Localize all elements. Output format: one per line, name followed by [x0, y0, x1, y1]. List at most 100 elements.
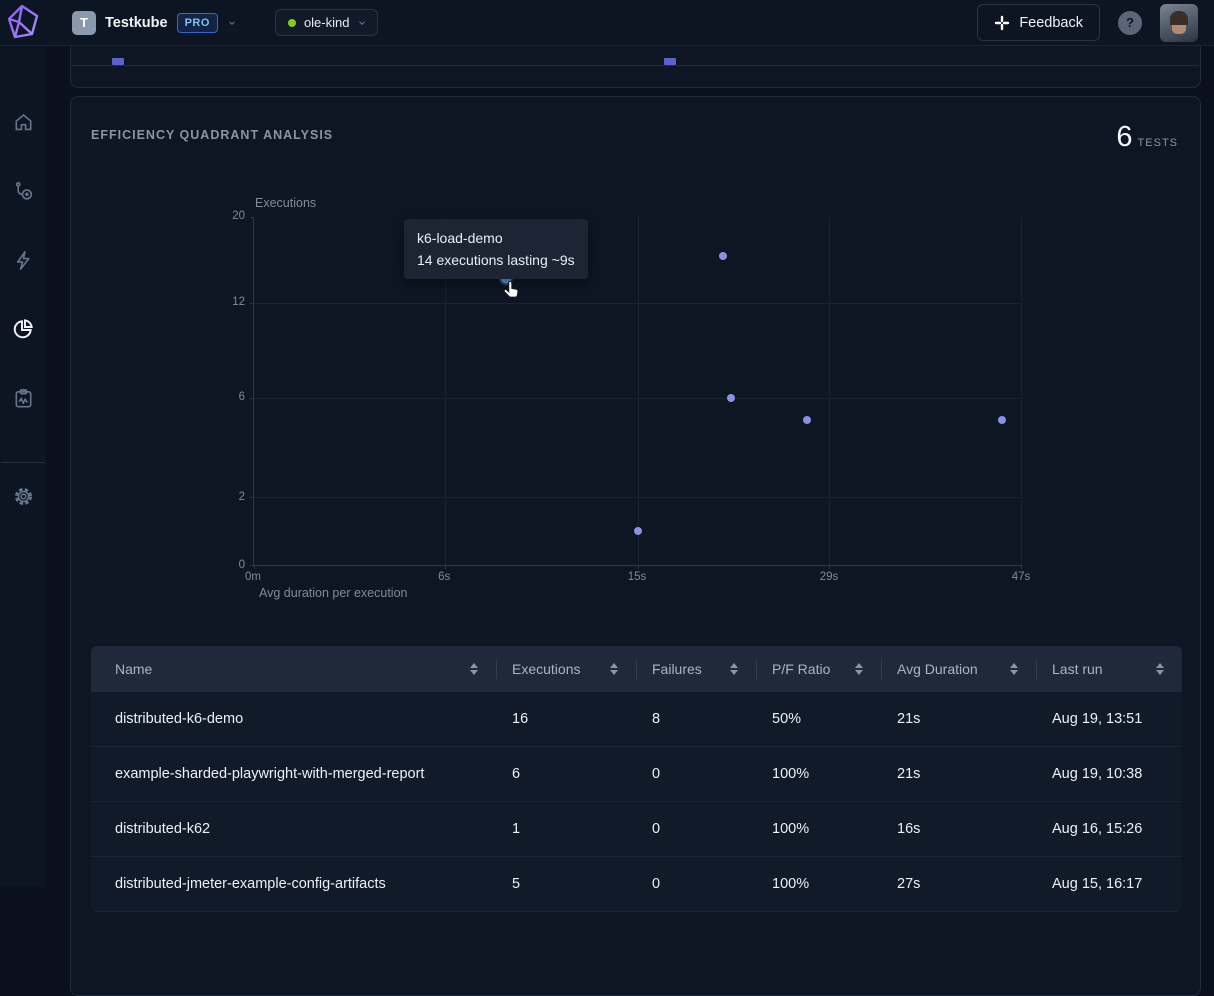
table-row[interactable]: distributed-jmeter-example-config-artifa… — [91, 857, 1182, 912]
scatter-point[interactable] — [634, 527, 642, 535]
table-cell: 16s — [881, 802, 1036, 856]
test-workflows-icon — [12, 180, 35, 203]
y-tick-label: 12 — [203, 296, 245, 308]
gridline — [1021, 217, 1022, 565]
y-axis-title: Executions — [255, 196, 316, 210]
column-label: Avg Duration — [897, 661, 978, 677]
cursor-pointer-icon — [500, 280, 522, 307]
table-cell: Aug 19, 10:38 — [1036, 747, 1182, 801]
table-cell: distributed-k62 — [91, 802, 496, 856]
table-cell: 16 — [496, 692, 636, 746]
table-header: Name ExecutionsFailures P/F Ratio Avg Durat… — [91, 646, 1182, 692]
y-tick-mark — [250, 497, 254, 498]
sort-icon — [610, 663, 618, 675]
scatter-point[interactable] — [727, 394, 735, 402]
plot-area — [253, 217, 1021, 566]
sidebar-divider — [1, 462, 45, 463]
slack-icon — [994, 15, 1010, 31]
workspace-switcher[interactable]: T Testkube PRO — [72, 11, 237, 35]
column-label: Name — [115, 661, 152, 677]
column-label: Last run — [1052, 661, 1103, 677]
workspace-name: Testkube — [105, 15, 168, 31]
feedback-label: Feedback — [1019, 15, 1083, 31]
x-tick-label: 29s — [820, 571, 839, 583]
table-header-cell[interactable]: Name — [91, 646, 496, 692]
x-tick-label: 47s — [1012, 571, 1031, 583]
x-tick-mark — [829, 565, 830, 569]
sidebar-item-insights[interactable] — [1, 307, 45, 351]
sort-icon — [470, 663, 478, 675]
gridline — [638, 217, 639, 565]
feedback-button[interactable]: Feedback — [977, 4, 1100, 41]
x-tick-label: 0m — [245, 571, 261, 583]
table-cell: 100% — [756, 747, 881, 801]
tooltip-title: k6-load-demo — [417, 227, 575, 249]
x-tick-mark — [445, 565, 446, 569]
environment-name: ole-kind — [304, 15, 350, 30]
tooltip-detail: 14 executions lasting ~9s — [417, 249, 575, 271]
table-cell: Aug 16, 15:26 — [1036, 802, 1182, 856]
sidebar-item-settings[interactable] — [1, 474, 45, 518]
topbar-right: Feedback ? — [977, 4, 1214, 42]
scatter-point[interactable] — [803, 416, 811, 424]
sort-icon — [855, 663, 863, 675]
x-tick-label: 15s — [628, 571, 647, 583]
sidebar-item-reports[interactable] — [1, 376, 45, 420]
table-header-cell[interactable]: Last run — [1036, 646, 1182, 692]
table-header-cell[interactable]: P/F Ratio — [756, 646, 881, 692]
table-cell: 100% — [756, 857, 881, 911]
x-axis-title: Avg duration per execution — [259, 586, 407, 600]
home-icon — [12, 111, 35, 134]
help-button[interactable]: ? — [1118, 11, 1142, 35]
scatter-point[interactable] — [719, 252, 727, 260]
table-cell: 50% — [756, 692, 881, 746]
scatter-point[interactable] — [998, 416, 1006, 424]
table-row[interactable]: distributed-k6210100%16sAug 16, 15:26 — [91, 802, 1182, 857]
table-cell: 8 — [636, 692, 756, 746]
triggers-icon — [12, 249, 35, 272]
insights-icon — [11, 317, 35, 341]
y-tick-label: 6 — [203, 391, 245, 403]
chevron-down-icon — [357, 18, 367, 28]
help-icon: ? — [1126, 15, 1134, 30]
y-tick-label: 2 — [203, 491, 245, 503]
table-header-cell[interactable]: Executions — [496, 646, 636, 692]
y-tick-label: 20 — [203, 210, 245, 222]
sort-icon — [730, 663, 738, 675]
testkube-logo-icon — [6, 4, 40, 42]
column-label: P/F Ratio — [772, 661, 830, 677]
sort-icon — [1156, 663, 1164, 675]
table-cell: distributed-jmeter-example-config-artifa… — [91, 857, 496, 911]
table-cell: 100% — [756, 802, 881, 856]
y-tick-mark — [250, 303, 254, 304]
partial-bar — [112, 58, 124, 65]
environment-status-dot — [288, 19, 296, 27]
table-cell: example-sharded-playwright-with-merged-r… — [91, 747, 496, 801]
x-tick-mark — [1021, 565, 1022, 569]
sidebar-item-home[interactable] — [1, 100, 45, 144]
workspace-avatar: T — [72, 11, 96, 35]
tests-table: Name ExecutionsFailures P/F Ratio Avg Durat… — [91, 646, 1182, 912]
table-header-cell[interactable]: Failures — [636, 646, 756, 692]
scatter-chart: Executions 20126200m6s15s29s47s Avg dura… — [71, 97, 1200, 627]
previous-card-partial — [70, 46, 1201, 88]
chevron-down-icon — [227, 18, 237, 28]
table-row[interactable]: distributed-k6-demo16850%21sAug 19, 13:5… — [91, 692, 1182, 747]
table-cell: 5 — [496, 857, 636, 911]
table-row[interactable]: example-sharded-playwright-with-merged-r… — [91, 747, 1182, 802]
table-cell: 21s — [881, 747, 1036, 801]
sort-icon — [1010, 663, 1018, 675]
sidebar-nav — [0, 46, 46, 887]
sidebar-item-triggers[interactable] — [1, 238, 45, 282]
table-cell: distributed-k6-demo — [91, 692, 496, 746]
testkube-logo[interactable] — [0, 0, 46, 46]
table-body: distributed-k6-demo16850%21sAug 19, 13:5… — [91, 692, 1182, 912]
table-cell: 0 — [636, 802, 756, 856]
chart-tooltip: k6-load-demo 14 executions lasting ~9s — [404, 219, 588, 279]
settings-icon — [12, 485, 35, 508]
table-cell: 6 — [496, 747, 636, 801]
table-header-cell[interactable]: Avg Duration — [881, 646, 1036, 692]
sidebar-item-test-workflows[interactable] — [1, 169, 45, 213]
environment-select[interactable]: ole-kind — [275, 9, 379, 36]
user-avatar[interactable] — [1160, 4, 1198, 42]
